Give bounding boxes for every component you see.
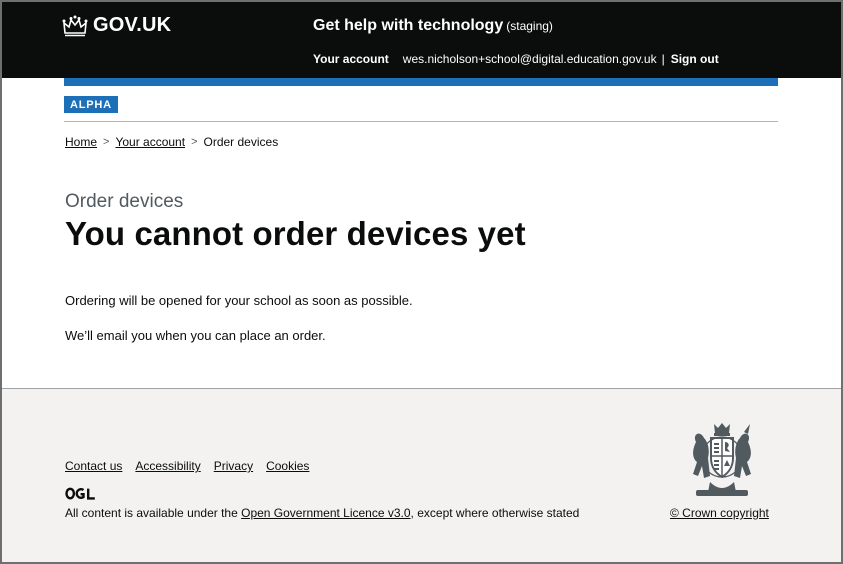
breadcrumb-current: Order devices: [203, 135, 279, 149]
service-name-link[interactable]: Get help with technology: [313, 17, 503, 34]
phase-banner: ALPHA: [64, 86, 778, 122]
body-paragraph: We’ll email you when you can place an or…: [65, 328, 326, 343]
site-header: GOV.UK Get help with technology (staging)…: [2, 2, 841, 78]
logo-text: GOV.UK: [93, 14, 172, 36]
crown-copyright-link[interactable]: © Crown copyright: [670, 506, 769, 520]
footer-link-cookies[interactable]: Cookies: [266, 459, 309, 473]
nav-separator: |: [661, 52, 665, 66]
breadcrumb-separator: >: [191, 136, 198, 148]
royal-coat-of-arms-icon: [693, 423, 751, 496]
user-email: wes.nicholson+school@digital.education.g…: [402, 52, 657, 66]
breadcrumb-home[interactable]: Home: [65, 135, 97, 149]
breadcrumb-your-account[interactable]: Your account: [115, 135, 185, 149]
phase-tag: ALPHA: [64, 96, 118, 113]
body-paragraph: Ordering will be opened for your school …: [65, 293, 413, 308]
open-government-licence-link[interactable]: Open Government Licence v3.0: [241, 506, 410, 520]
licence-suffix: , except where otherwise stated: [410, 506, 580, 520]
footer-link-privacy[interactable]: Privacy: [214, 459, 253, 473]
page-caption: Order devices: [65, 191, 184, 212]
govuk-logo-link[interactable]: GOV.UK: [62, 14, 171, 37]
breadcrumb-separator: >: [103, 136, 110, 148]
your-account-link[interactable]: Your account: [313, 52, 389, 66]
breadcrumb: Home > Your account > Order devices: [65, 135, 278, 149]
sign-out-link[interactable]: Sign out: [671, 52, 719, 66]
site-footer: Contact us Accessibility Privacy Cookies…: [2, 388, 841, 562]
header-navigation: Your account wes.nicholson+school@digita…: [313, 52, 719, 66]
licence-text: All content is available under the Open …: [65, 506, 579, 520]
crown-icon: [62, 15, 88, 36]
footer-link-contact-us[interactable]: Contact us: [65, 459, 122, 473]
service-name: Get help with technology (staging): [313, 17, 553, 35]
footer-link-accessibility[interactable]: Accessibility: [135, 459, 200, 473]
page-frame: GOV.UK Get help with technology (staging)…: [0, 0, 843, 564]
environment-label: (staging): [506, 19, 553, 33]
page-title: You cannot order devices yet: [65, 215, 526, 252]
ogl-logo-icon: [65, 487, 96, 500]
licence-prefix: All content is available under the: [65, 506, 242, 520]
header-blue-bar: [64, 78, 778, 86]
footer-links: Contact us Accessibility Privacy Cookies: [65, 459, 322, 473]
